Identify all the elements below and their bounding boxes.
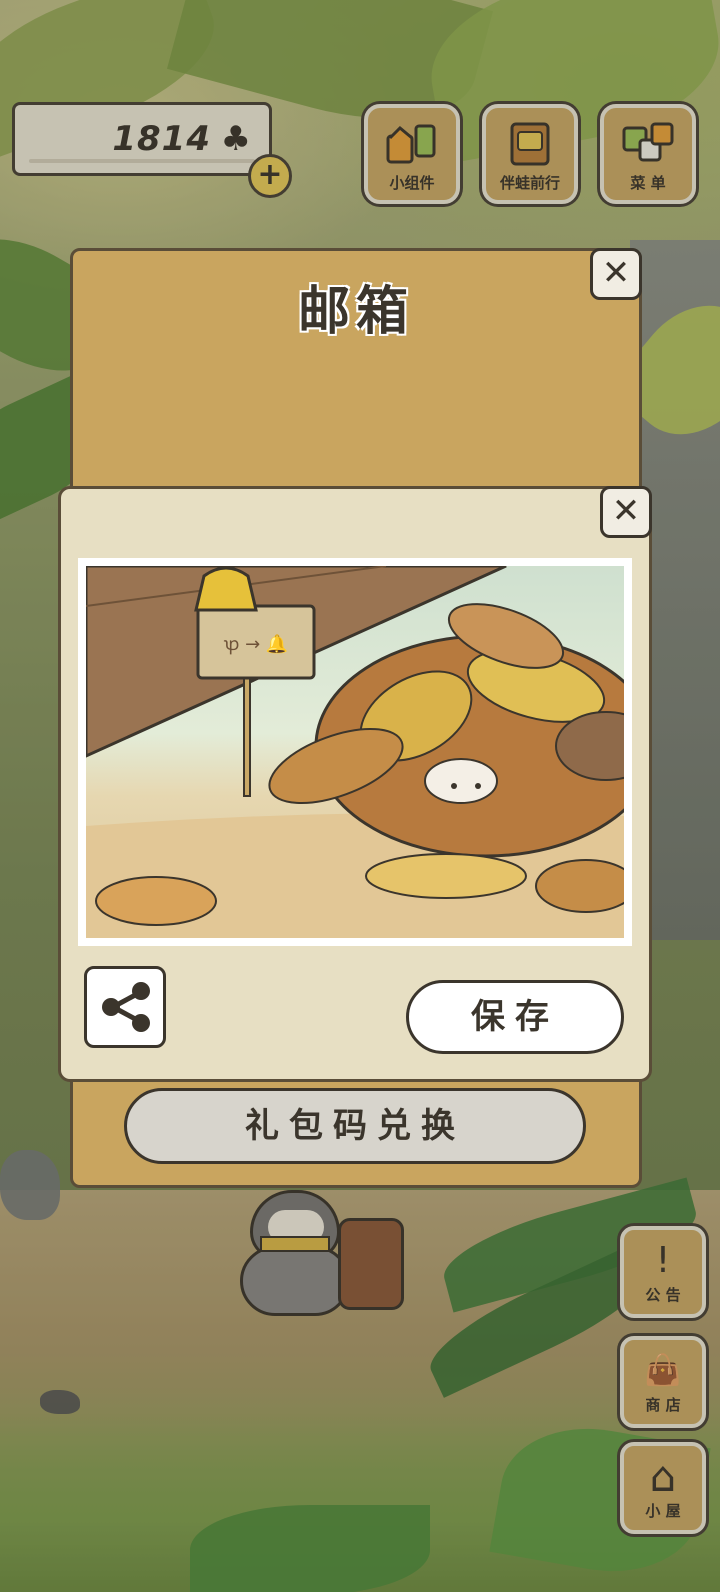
postcard-photo: ꝕ → 🔔 (86, 566, 624, 938)
share-button[interactable] (84, 966, 166, 1048)
photo-illustration: ꝕ → 🔔 (86, 566, 624, 938)
photo-close-button[interactable]: ✕ (600, 486, 652, 538)
postcard-photo-frame: ꝕ → 🔔 (78, 558, 632, 946)
mailbox-close-button[interactable]: ✕ (590, 248, 642, 300)
redeem-code-button[interactable]: 礼包码兑换 (124, 1088, 586, 1164)
save-button[interactable]: 保存 (406, 980, 624, 1054)
share-icon (102, 982, 150, 1032)
sign-text: ꝕ → 🔔 (224, 634, 289, 655)
mailbox-title: 邮箱 (297, 282, 414, 342)
